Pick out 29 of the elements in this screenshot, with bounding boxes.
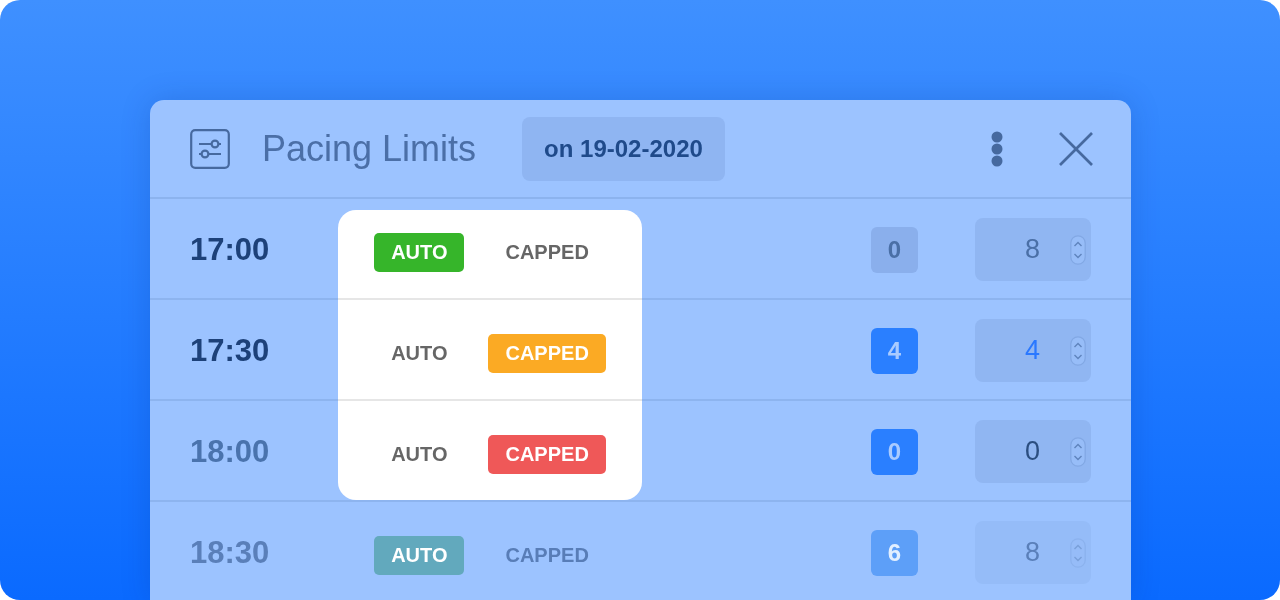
date-button[interactable]: on 19-02-2020 (522, 116, 725, 181)
stepper-icon[interactable] (1070, 234, 1086, 265)
more-icon[interactable] (991, 130, 1003, 167)
time-label: 18:00 (189, 433, 271, 470)
count-badge: 0 (871, 428, 918, 475)
mode-option[interactable]: CAPPED (488, 536, 606, 575)
time-label: 18:30 (189, 534, 271, 571)
stepper-icon[interactable] (1070, 436, 1086, 467)
stepper-icon[interactable] (1070, 335, 1086, 366)
mode-option[interactable]: CAPPED (488, 334, 606, 373)
number-field[interactable]: 8 (975, 521, 1091, 584)
mode-option[interactable]: AUTO (374, 334, 465, 373)
window-title: Pacing Limits (262, 127, 477, 170)
count-badge: 6 (871, 529, 918, 576)
mode-option[interactable]: CAPPED (488, 435, 606, 474)
mode-option[interactable]: AUTO (374, 536, 465, 575)
mode-option[interactable]: AUTO (374, 233, 465, 272)
number-field[interactable]: 8 (975, 218, 1091, 281)
number-field[interactable]: 0 (975, 420, 1091, 483)
close-icon[interactable] (1059, 131, 1093, 166)
mode-option[interactable]: CAPPED (488, 233, 606, 272)
sliders-icon (190, 128, 230, 169)
stepper-icon[interactable] (1070, 537, 1086, 568)
time-label: 17:30 (189, 332, 271, 369)
mode-option[interactable]: AUTO (374, 435, 465, 474)
count-badge: 0 (871, 226, 918, 273)
count-badge: 4 (871, 327, 918, 374)
time-label: 17:00 (189, 231, 271, 268)
number-field[interactable]: 4 (975, 319, 1091, 382)
